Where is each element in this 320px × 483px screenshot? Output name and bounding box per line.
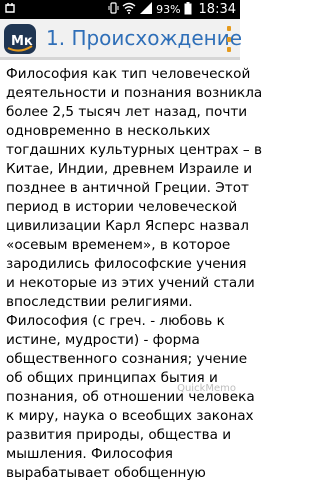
signal-icon [139, 2, 153, 17]
quickmemo-watermark: QuickMemo [177, 383, 236, 394]
article-text: Философия как тип человеческой деятельно… [6, 65, 263, 483]
text-line: «осевым временем», в которое [6, 237, 231, 253]
text-line: Китае, Индии, древнем Израиле и [6, 161, 253, 177]
text-line: Философия как тип человеческой [6, 66, 251, 82]
text-line: мышления. Философия [6, 446, 173, 462]
text-line: тогдашних культурных центрах – в [6, 142, 263, 158]
text-line: Философия (с греч. - любовь к [6, 313, 225, 329]
battery-percent: 93% [156, 3, 181, 16]
vibrate-icon [108, 2, 119, 17]
app-logo[interactable]: Мк [4, 24, 36, 54]
battery-icon [184, 1, 192, 18]
overflow-menu-icon[interactable] [222, 26, 236, 52]
text-line: позднее в античной Греции. Этот [6, 180, 249, 196]
wifi-icon [122, 2, 136, 17]
text-line: общественного сознания; учение [6, 351, 248, 367]
action-bar: Мк 1. Происхождение [0, 19, 243, 60]
text-line: период в истории человеческой [6, 199, 238, 215]
clock: 18:34 [198, 2, 236, 17]
text-line: развития природы, общества и [6, 427, 232, 443]
text-line: впоследствии религиями. [6, 294, 193, 310]
text-line: зародились философские учения [6, 256, 247, 272]
text-line: и некоторые из этих учений стали [6, 275, 255, 291]
text-line: истине, мудрости) - форма [6, 332, 200, 348]
text-line: вырабатывает обобщенную [6, 465, 206, 481]
notification-icon [4, 2, 16, 14]
status-bar: 93% 18:34 [0, 0, 240, 19]
text-line: более 2,5 тысяч лет назад, почти [6, 104, 248, 120]
text-line: цивилизации Карл Ясперс назвал [6, 218, 249, 234]
text-line: деятельности и познания возникла [6, 85, 263, 101]
text-line: к миру, наука о всеобщих законах [6, 408, 254, 424]
page-title: 1. Происхождение [46, 26, 243, 50]
text-line: одновременно в нескольких [6, 123, 211, 139]
